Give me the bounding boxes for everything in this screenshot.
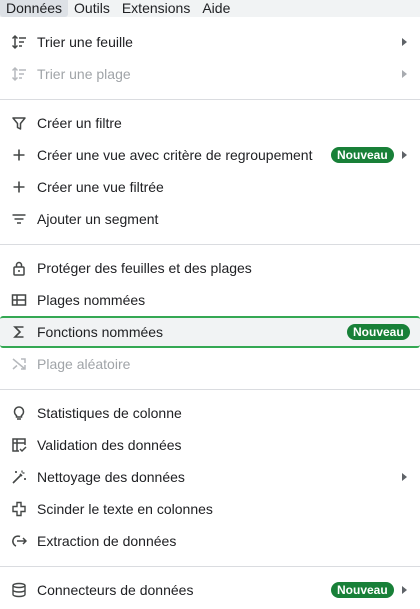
- menu-item-label: Plage aléatoire: [37, 356, 131, 372]
- menu-item-label: Extraction de données: [37, 533, 177, 549]
- menu-divider: [0, 566, 420, 567]
- submenu-arrow-icon: [402, 38, 407, 46]
- magic-wand-icon: [11, 469, 27, 485]
- menu-item-data-connectors[interactable]: Connecteurs de données Nouveau: [0, 574, 420, 606]
- menu-outils[interactable]: Outils: [68, 0, 116, 17]
- plus-icon: [11, 147, 27, 163]
- sort-icon: [11, 34, 27, 50]
- new-badge: Nouveau: [347, 324, 410, 340]
- menu-item-data-validation[interactable]: Validation des données: [0, 429, 420, 461]
- menu-item-sort-range[interactable]: Trier une plage: [0, 58, 420, 90]
- menu-item-column-stats[interactable]: Statistiques de colonne: [0, 397, 420, 429]
- shuffle-icon: [11, 356, 27, 372]
- menu-item-label: Trier une plage: [37, 66, 131, 82]
- menu-item-label: Protéger des feuilles et des plages: [37, 260, 252, 276]
- menu-item-named-functions[interactable]: Fonctions nommées Nouveau: [0, 316, 420, 348]
- menu-item-label: Plages nommées: [37, 292, 146, 308]
- menu-item-create-filter[interactable]: Créer un filtre: [0, 107, 420, 139]
- menu-item-label: Trier une feuille: [37, 34, 133, 50]
- menu-item-label: Fonctions nommées: [37, 324, 164, 340]
- new-badge: Nouveau: [331, 147, 394, 163]
- menu-item-random-range[interactable]: Plage aléatoire: [0, 348, 420, 380]
- menu-item-named-ranges[interactable]: Plages nommées: [0, 284, 420, 316]
- split-icon: [11, 501, 27, 517]
- menu-extensions[interactable]: Extensions: [116, 0, 196, 17]
- menu-item-label: Créer une vue avec critère de regroupeme…: [37, 147, 313, 163]
- plus-icon: [11, 179, 27, 195]
- menu-item-data-extraction[interactable]: Extraction de données: [0, 525, 420, 557]
- menu-item-label: Créer un filtre: [37, 115, 122, 131]
- menu-divider: [0, 99, 420, 100]
- menu-item-create-group-view[interactable]: Créer une vue avec critère de regroupeme…: [0, 139, 420, 171]
- menu-item-label: Nettoyage des données: [37, 469, 185, 485]
- slicer-icon: [11, 211, 27, 227]
- database-icon: [11, 582, 27, 598]
- menu-bar: Données Outils Extensions Aide: [0, 0, 420, 17]
- submenu-arrow-icon: [402, 473, 407, 481]
- data-validation-icon: [11, 437, 27, 453]
- menu-item-data-cleanup[interactable]: Nettoyage des données: [0, 461, 420, 493]
- menu-item-sort-sheet[interactable]: Trier une feuille: [0, 26, 420, 58]
- menu-item-label: Statistiques de colonne: [37, 405, 182, 421]
- menu-divider: [0, 244, 420, 245]
- submenu-arrow-icon: [402, 586, 407, 594]
- menu-item-create-filter-view[interactable]: Créer une vue filtrée: [0, 171, 420, 203]
- lock-icon: [11, 260, 27, 276]
- submenu-arrow-icon: [402, 151, 407, 159]
- menu-item-label: Connecteurs de données: [37, 582, 194, 598]
- lightbulb-icon: [11, 405, 27, 421]
- menu-item-label: Scinder le texte en colonnes: [37, 501, 213, 517]
- filter-icon: [11, 115, 27, 131]
- menu-aide[interactable]: Aide: [196, 0, 236, 17]
- sigma-icon: [11, 324, 27, 340]
- menu-item-protect[interactable]: Protéger des feuilles et des plages: [0, 252, 420, 284]
- menu-item-label: Ajouter un segment: [37, 211, 159, 227]
- menu-item-label: Validation des données: [37, 437, 182, 453]
- named-ranges-icon: [11, 292, 27, 308]
- menu-divider: [0, 389, 420, 390]
- menu-item-label: Créer une vue filtrée: [37, 179, 164, 195]
- submenu-arrow-icon: [402, 70, 407, 78]
- sort-range-icon: [11, 66, 27, 82]
- menu-item-add-slicer[interactable]: Ajouter un segment: [0, 203, 420, 235]
- menu-item-split-text[interactable]: Scinder le texte en colonnes: [0, 493, 420, 525]
- menu-donnees[interactable]: Données: [0, 0, 69, 17]
- new-badge: Nouveau: [331, 582, 394, 598]
- extract-icon: [11, 533, 27, 549]
